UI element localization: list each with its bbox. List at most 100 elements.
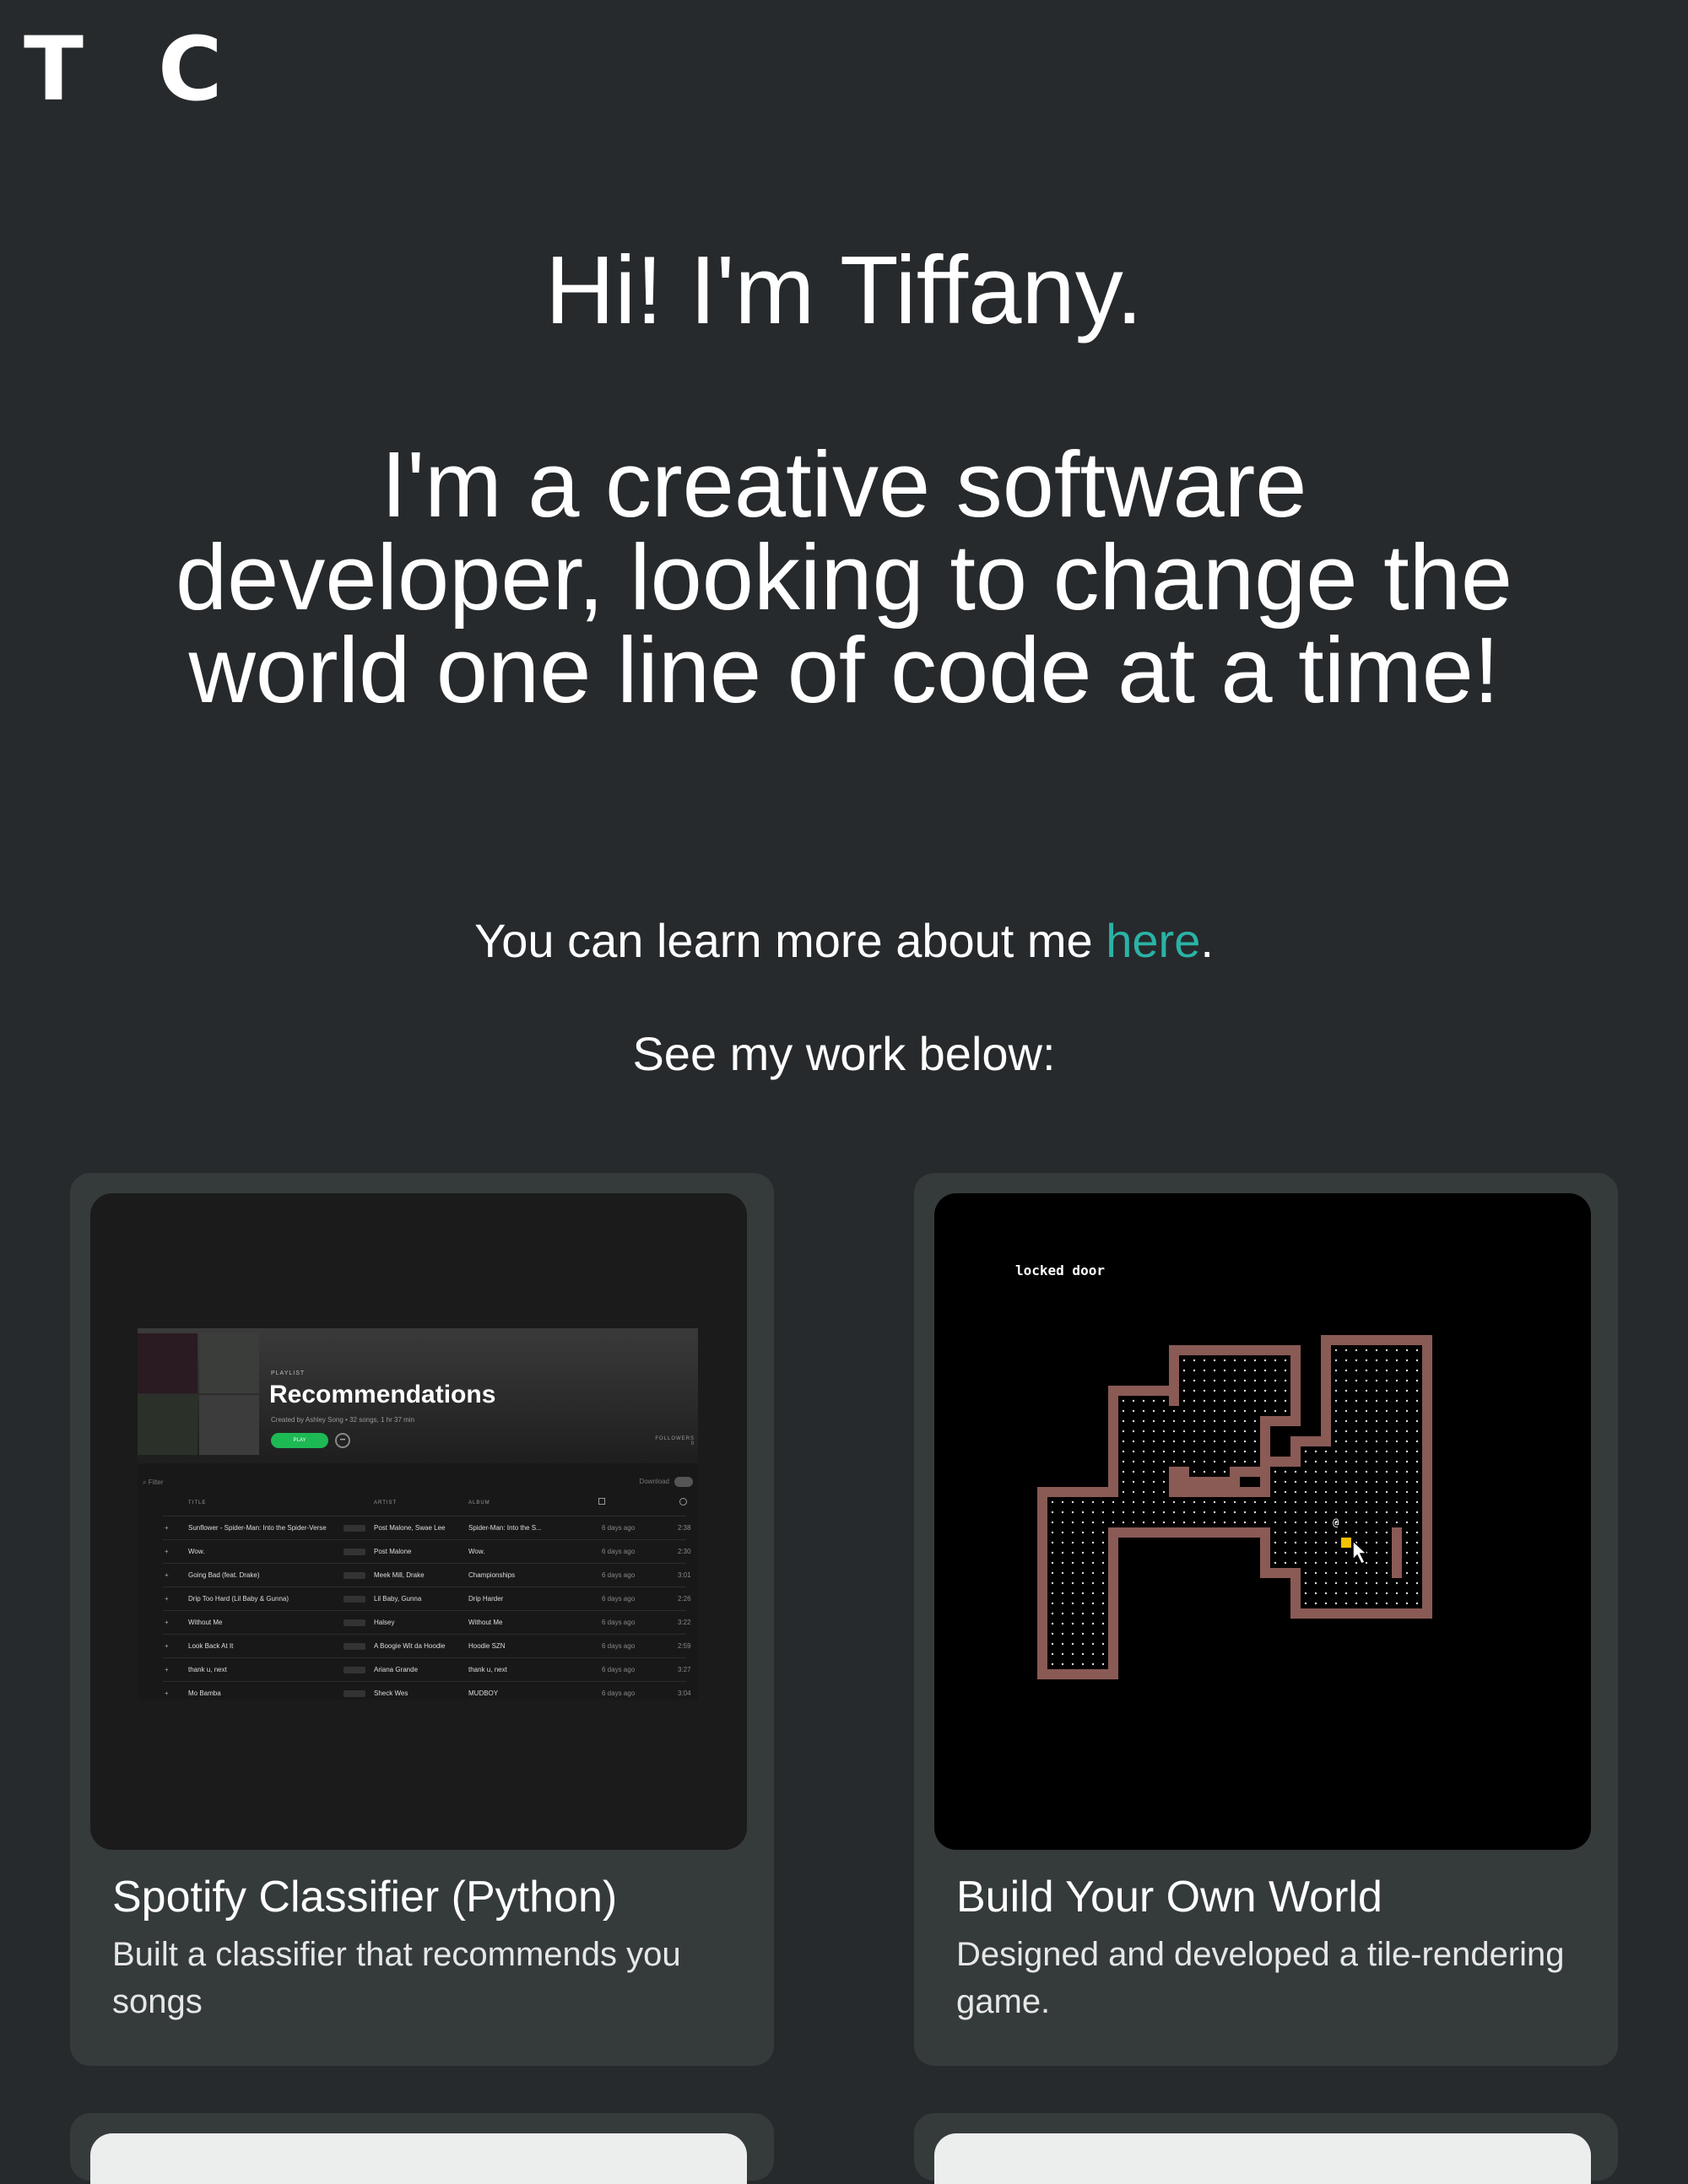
floor-dot <box>1203 1500 1206 1504</box>
floor-dot <box>1304 1551 1307 1554</box>
floor-dot <box>1304 1450 1307 1453</box>
floor-dot <box>1132 1419 1135 1423</box>
floor-dot <box>1355 1460 1358 1463</box>
floor-dot <box>1304 1581 1307 1585</box>
track-artist: A Boogie Wit da Hoodie <box>374 1642 446 1650</box>
floor-dot <box>1182 1450 1186 1453</box>
floor-dot <box>1344 1379 1348 1382</box>
about-link[interactable]: here <box>1106 914 1200 967</box>
track-added: 6 days ago <box>602 1619 636 1626</box>
project-description: Built a classifier that recommends you s… <box>112 1936 681 2020</box>
floor-dot <box>1284 1521 1287 1524</box>
floor-dot <box>1274 1541 1277 1544</box>
floor-dot <box>1355 1419 1358 1423</box>
floor-dot <box>1142 1419 1145 1423</box>
floor-dot <box>1193 1369 1196 1372</box>
playlist-label: PLAYLIST <box>271 1370 306 1376</box>
floor-dot <box>1091 1612 1095 1615</box>
track-title: Sunflower - Spider-Man: Into the Spider-… <box>188 1524 327 1532</box>
floor-dot <box>1203 1419 1206 1423</box>
floor-dot <box>1415 1369 1419 1372</box>
floor-dot <box>1415 1551 1419 1554</box>
floor-dot <box>1405 1511 1409 1514</box>
floor-dot <box>1051 1561 1054 1565</box>
floor-dot <box>1355 1581 1358 1585</box>
floor-dot <box>1365 1511 1368 1514</box>
floor-dot <box>1385 1470 1388 1473</box>
floor-dot <box>1081 1642 1085 1646</box>
project-card-spotify[interactable]: PLAYLIST Recommendations Created by Ashl… <box>70 1173 774 2066</box>
project-title[interactable]: Build Your Own World <box>956 1872 1382 1922</box>
project-card-build-your-own-world[interactable]: locked door @ Build Your Own World Desig… <box>914 1173 1618 2066</box>
floor-dot <box>1284 1541 1287 1544</box>
floor-dot <box>1274 1551 1277 1554</box>
project-card-next[interactable] <box>70 2113 774 2184</box>
floor-dot <box>1365 1379 1368 1382</box>
floor-dot <box>1324 1581 1328 1585</box>
project-thumbnail[interactable]: PLAYLIST Recommendations Created by Ashl… <box>90 1193 747 1850</box>
floor-dot <box>1142 1440 1145 1443</box>
download-toggle: Download <box>639 1477 693 1487</box>
playlist-meta: Created by Ashley Song • 32 songs, 1 hr … <box>271 1416 415 1424</box>
floor-dot <box>1304 1490 1307 1494</box>
project-title[interactable]: Spotify Classifier (Python) <box>112 1872 617 1922</box>
track-album: Wow. <box>468 1548 485 1555</box>
floor-dot <box>1344 1551 1348 1554</box>
floor-dot <box>1375 1592 1378 1595</box>
floor-dot <box>1355 1430 1358 1433</box>
project-thumbnail[interactable] <box>934 2133 1591 2184</box>
floor-dot <box>1081 1612 1085 1615</box>
floor-dot <box>1385 1490 1388 1494</box>
project-thumbnail[interactable]: locked door @ <box>934 1193 1591 1850</box>
floor-dot <box>1213 1369 1216 1372</box>
floor-dot <box>1213 1430 1216 1433</box>
floor-dot <box>1233 1419 1236 1423</box>
about-prefix: You can learn more about me <box>474 914 1106 967</box>
floor-dot <box>1233 1399 1236 1403</box>
add-track-icon: + <box>165 1571 169 1579</box>
floor-dot <box>1091 1521 1095 1524</box>
floor-dot <box>1071 1521 1074 1524</box>
project-thumbnail[interactable] <box>90 2133 747 2184</box>
floor-dot <box>1415 1399 1419 1403</box>
floor-dot <box>1344 1440 1348 1443</box>
floor-dot <box>1091 1592 1095 1595</box>
floor-dot <box>1334 1571 1338 1575</box>
add-track-icon: + <box>165 1666 169 1673</box>
floor-dot <box>1142 1511 1145 1514</box>
site-logo[interactable]: T C <box>24 25 244 113</box>
track-album: Championships <box>468 1571 516 1579</box>
explicit-badge <box>344 1643 365 1650</box>
floor-dot <box>1375 1511 1378 1514</box>
floor-dot <box>1172 1521 1176 1524</box>
floor-dot <box>1091 1652 1095 1656</box>
floor-dot <box>1243 1440 1247 1443</box>
floor-dot <box>1344 1450 1348 1453</box>
floor-dot <box>1081 1592 1085 1595</box>
floor-dot <box>1051 1662 1054 1666</box>
floor-dot <box>1375 1419 1378 1423</box>
floor-dot <box>1203 1399 1206 1403</box>
floor-dot <box>1375 1389 1378 1392</box>
floor-dot <box>1344 1521 1348 1524</box>
floor-dot <box>1223 1460 1226 1463</box>
track-row: + Mo Bamba Sheck Wes MUDBOY 6 days ago 3:04 <box>163 1681 691 1705</box>
floor-dot <box>1294 1500 1297 1504</box>
floor-dot <box>1304 1541 1307 1544</box>
floor-dot <box>1324 1470 1328 1473</box>
add-track-icon: + <box>165 1689 169 1697</box>
explicit-badge <box>344 1619 365 1626</box>
track-duration: 2:59 <box>678 1642 691 1650</box>
track-row: + Wow. Post Malone Wow. 6 days ago 2:30 <box>163 1539 691 1563</box>
cover-tile <box>138 1333 197 1393</box>
floor-dot <box>1324 1592 1328 1595</box>
project-card-next[interactable] <box>914 2113 1618 2184</box>
floor-dot <box>1172 1511 1176 1514</box>
col-artist: ARTIST <box>374 1500 398 1506</box>
floor-dot <box>1101 1602 1105 1605</box>
floor-dot <box>1223 1359 1226 1362</box>
floor-dot <box>1274 1379 1277 1382</box>
track-duration: 3:04 <box>678 1689 691 1697</box>
floor-dot <box>1395 1592 1399 1595</box>
floor-dot <box>1415 1419 1419 1423</box>
